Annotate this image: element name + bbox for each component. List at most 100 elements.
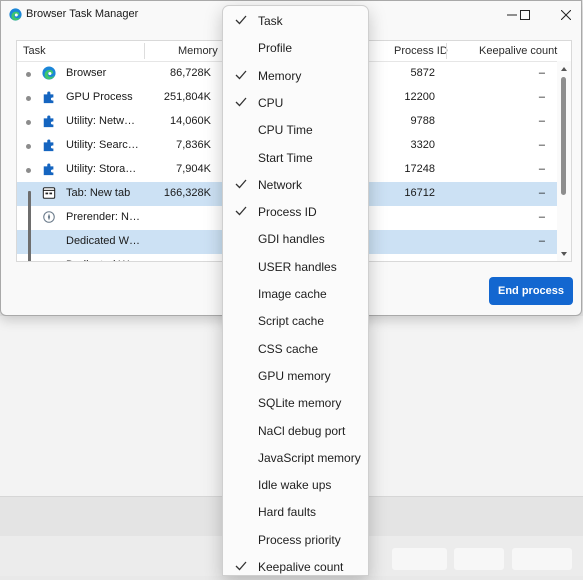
menu-item-hard-faults[interactable]: Hard faults xyxy=(223,498,368,525)
menu-item-css-cache[interactable]: CSS cache xyxy=(223,335,368,362)
puzzle-icon xyxy=(42,90,56,104)
cell-keepalive-count: – xyxy=(538,91,545,103)
menu-item-label: Idle wake ups xyxy=(258,478,332,493)
tree-connector xyxy=(28,191,31,261)
menu-item-script-cache[interactable]: Script cache xyxy=(223,307,368,334)
cell-process-id: 17248 xyxy=(404,163,435,175)
checkmark-icon xyxy=(235,70,247,80)
menu-item-label: Keepalive count xyxy=(258,560,344,574)
menu-item-javascript-memory[interactable]: JavaScript memory xyxy=(223,444,368,471)
column-divider[interactable] xyxy=(144,43,145,59)
scrollbar-thumb[interactable] xyxy=(561,77,566,195)
menu-item-label: Profile xyxy=(258,41,293,56)
menu-item-label: Start Time xyxy=(258,150,313,165)
cell-keepalive-count: – xyxy=(538,115,545,127)
menu-item-label: Hard faults xyxy=(258,505,317,520)
tree-bullet xyxy=(26,96,31,101)
prerender-icon xyxy=(42,210,56,224)
cell-keepalive-count: – xyxy=(538,163,545,175)
menu-item-task[interactable]: Task xyxy=(223,7,368,34)
menu-item-sqlite-memory[interactable]: SQLite memory xyxy=(223,389,368,416)
cell-memory: 251,804K xyxy=(163,91,211,103)
column-context-menu: Task Profile Memory CPU CPU Time Start Time Ne… xyxy=(222,5,369,576)
menu-item-user-handles[interactable]: USER handles xyxy=(223,253,368,280)
checkmark-icon xyxy=(235,15,247,25)
cell-task: Utility: Stora… xyxy=(66,163,137,175)
cell-process-id: 3320 xyxy=(410,139,435,151)
column-divider[interactable] xyxy=(446,43,447,59)
menu-item-idle-wake-ups[interactable]: Idle wake ups xyxy=(223,471,368,498)
background-placeholder xyxy=(454,548,504,570)
column-header-keepalive-count[interactable]: Keepalive count xyxy=(479,45,557,57)
cell-process-id: 5872 xyxy=(410,67,435,79)
menu-item-gdi-handles[interactable]: GDI handles xyxy=(223,225,368,252)
column-header-memory[interactable]: Memory xyxy=(178,45,218,57)
menu-item-label: NaCl debug port xyxy=(258,423,346,438)
cell-task: Prerender: N… xyxy=(66,211,140,223)
checkmark-icon xyxy=(235,206,247,216)
menu-item-label: Process ID xyxy=(258,205,317,220)
cell-keepalive-count: – xyxy=(538,139,545,151)
menu-item-memory[interactable]: Memory xyxy=(223,62,368,89)
menu-item-cpu-time[interactable]: CPU Time xyxy=(223,116,368,143)
cell-memory: 86,728K xyxy=(170,67,211,79)
column-header-process-id[interactable]: Process ID xyxy=(394,45,448,57)
menu-item-label: GDI handles xyxy=(258,232,325,247)
menu-item-image-cache[interactable]: Image cache xyxy=(223,280,368,307)
menu-item-label: CPU Time xyxy=(258,123,313,138)
menu-item-network[interactable]: Network xyxy=(223,171,368,198)
background-placeholder xyxy=(392,548,447,570)
menu-item-process-id[interactable]: Process ID xyxy=(223,198,368,225)
cell-task: GPU Process xyxy=(66,91,133,103)
cell-task: Browser xyxy=(66,67,107,79)
menu-item-process-priority[interactable]: Process priority xyxy=(223,526,368,553)
close-button[interactable] xyxy=(552,1,580,29)
menu-item-nacl-debug-port[interactable]: NaCl debug port xyxy=(223,417,368,444)
cell-task: Dedicated W… xyxy=(66,235,140,247)
checkmark-icon xyxy=(235,179,247,189)
menu-item-label: Task xyxy=(258,14,283,28)
maximize-button[interactable] xyxy=(511,1,539,29)
menu-item-start-time[interactable]: Start Time xyxy=(223,144,368,171)
cell-process-id: 16712 xyxy=(404,187,435,199)
menu-item-label: USER handles xyxy=(258,259,337,274)
cell-task: Tab: New tab xyxy=(66,187,131,199)
cell-process-id: 12200 xyxy=(404,91,435,103)
vertical-scrollbar[interactable] xyxy=(557,61,571,261)
end-process-button[interactable]: End process xyxy=(489,277,573,305)
checkmark-icon xyxy=(235,97,247,107)
menu-item-label: Memory xyxy=(258,68,302,83)
cell-keepalive-count: – xyxy=(538,187,545,199)
cell-memory: 14,060K xyxy=(170,115,211,127)
tree-bullet xyxy=(26,144,31,149)
cell-task: Dedicated W… xyxy=(66,259,140,261)
column-header-task[interactable]: Task xyxy=(23,45,46,57)
scroll-up-icon[interactable] xyxy=(560,65,568,73)
menu-item-gpu-memory[interactable]: GPU memory xyxy=(223,362,368,389)
menu-item-label: JavaScript memory xyxy=(258,450,361,465)
puzzle-icon xyxy=(42,138,56,152)
checkmark-icon xyxy=(235,561,247,571)
cell-task: Utility: Netw… xyxy=(66,115,136,127)
maximize-icon xyxy=(520,10,530,20)
cell-task: Utility: Searc… xyxy=(66,139,139,151)
background-placeholder xyxy=(512,548,572,570)
puzzle-icon xyxy=(42,162,56,176)
cell-keepalive-count: – xyxy=(538,235,545,247)
menu-item-profile[interactable]: Profile xyxy=(223,34,368,61)
menu-item-label: CPU xyxy=(258,95,284,110)
cell-keepalive-count: – xyxy=(538,211,545,223)
scroll-down-icon[interactable] xyxy=(560,250,568,258)
menu-item-label: Script cache xyxy=(258,314,325,329)
close-icon xyxy=(561,10,571,20)
menu-item-label: Image cache xyxy=(258,287,327,301)
edge-icon xyxy=(9,8,22,21)
menu-item-label: Network xyxy=(258,177,303,192)
menu-item-cpu[interactable]: CPU xyxy=(223,89,368,116)
cell-process-id: 9788 xyxy=(410,115,435,127)
menu-item-label: CSS cache xyxy=(258,341,319,356)
tree-bullet xyxy=(26,72,31,77)
tree-bullet xyxy=(26,168,31,173)
cell-keepalive-count: – xyxy=(538,67,545,79)
cell-memory: 7,904K xyxy=(176,163,211,175)
